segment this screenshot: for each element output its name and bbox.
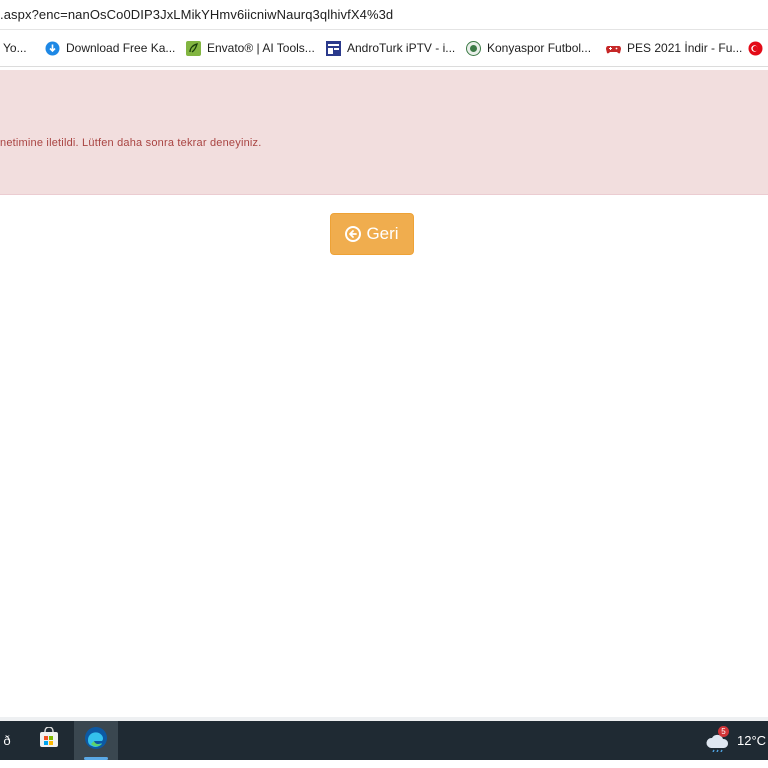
bookmark-label: PES 2021 İndir - Fu... bbox=[627, 41, 743, 55]
search-taskbar-glyph[interactable]: ð bbox=[0, 721, 14, 760]
bookmark-pes2021[interactable]: PES 2021 İndir - Fu... bbox=[606, 39, 742, 57]
download-icon bbox=[45, 41, 60, 56]
bookmark-flag[interactable] bbox=[748, 39, 768, 57]
bookmark-youtube[interactable]: Yo... bbox=[3, 39, 27, 57]
bookmark-download-free[interactable]: Download Free Ka... bbox=[45, 39, 175, 57]
konyaspor-crest-icon bbox=[466, 40, 481, 56]
taskbar-store[interactable] bbox=[30, 721, 68, 760]
taskbar-edge[interactable] bbox=[74, 721, 118, 760]
taskbar-glyph-text: ð bbox=[3, 733, 11, 748]
bookmark-konyaspor[interactable]: Konyaspor Futbol... bbox=[466, 39, 591, 57]
temperature-text: 12°C bbox=[737, 733, 767, 748]
gamepad-icon bbox=[606, 41, 621, 56]
windows-taskbar: ð 5 12°C bbox=[0, 721, 768, 760]
weather-widget[interactable]: 5 bbox=[703, 721, 733, 760]
bookmark-androturk[interactable]: AndroTurk iPTV - i... bbox=[326, 39, 455, 57]
arrow-left-circle-icon bbox=[345, 226, 362, 242]
bookmark-envato[interactable]: Envato® | AI Tools... bbox=[186, 39, 315, 57]
bookmark-label: AndroTurk iPTV - i... bbox=[347, 41, 456, 55]
flag-icon bbox=[748, 41, 763, 56]
bookmarks-bar: Yo... Download Free Ka... Envato® | AI T… bbox=[0, 30, 768, 67]
back-button[interactable]: Geri bbox=[330, 213, 414, 255]
bookmark-label: Yo... bbox=[3, 41, 27, 55]
bookmark-label: Konyaspor Futbol... bbox=[487, 41, 592, 55]
address-bar[interactable]: .aspx?enc=nanOsCo0DIP3JxLMikYHmv6iicniwN… bbox=[0, 0, 768, 30]
bottom-strip bbox=[0, 760, 768, 768]
weather-badge: 5 bbox=[718, 725, 729, 737]
url-text[interactable]: .aspx?enc=nanOsCo0DIP3JxLMikYHmv6iicniwN… bbox=[0, 7, 393, 22]
weather-cloud-icon: 5 bbox=[705, 725, 731, 752]
envato-leaf-icon bbox=[186, 40, 201, 56]
back-button-label: Geri bbox=[366, 224, 399, 243]
bookmark-label: Envato® | AI Tools... bbox=[207, 41, 315, 55]
store-icon bbox=[38, 726, 60, 754]
edge-icon bbox=[84, 726, 108, 755]
bookmark-label: Download Free Ka... bbox=[66, 41, 176, 55]
error-alert: netimine iletildi. Lütfen daha sonra tek… bbox=[0, 70, 768, 195]
alert-message: netimine iletildi. Lütfen daha sonra tek… bbox=[0, 137, 262, 149]
androturk-icon bbox=[326, 40, 341, 56]
